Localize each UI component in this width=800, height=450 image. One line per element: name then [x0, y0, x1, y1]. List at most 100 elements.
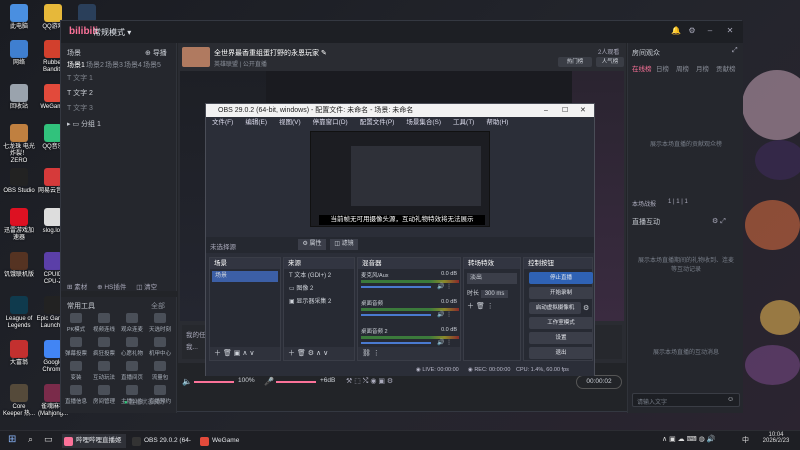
menu-tools[interactable]: 工具(T) [453, 119, 474, 126]
tool-item[interactable]: 天选时刻 [147, 313, 173, 333]
tab-weekly[interactable]: 周榜 [676, 63, 689, 73]
obs-preview[interactable]: 当前帧无可用摄像头源，互动礼物特效将无法展示 [310, 131, 490, 227]
source-item[interactable]: T 文字 3 [67, 103, 171, 115]
expand-icon[interactable]: ⤢ [732, 47, 738, 55]
obs-maximize-button[interactable]: ☐ [562, 104, 568, 117]
virtual-camera-settings-icon[interactable]: ⚙ [583, 304, 589, 312]
volume-slider[interactable] [361, 342, 431, 344]
stream-title[interactable]: 全世界最香重组蛋打野的永恩玩家 ✎ [214, 48, 327, 58]
tool-item[interactable]: 机甲中心 [147, 337, 173, 357]
tool-item[interactable]: 观众连麦 [119, 313, 145, 333]
tool-item[interactable]: 心愿礼物 [119, 337, 145, 357]
clock[interactable]: 10:04 2026/2/23 [756, 432, 796, 444]
studio-mode-button[interactable]: 工作室模式 [529, 317, 593, 329]
desktop-shortcut[interactable]: 大富翁 [2, 340, 36, 367]
tools-more-link[interactable]: 全部 [151, 301, 165, 311]
tool-item[interactable]: PK模式 [63, 313, 89, 333]
source-list-item[interactable]: ▭ 图像 2 [286, 284, 352, 295]
import-button[interactable]: ⊕ 导播 [145, 48, 167, 58]
emoji-icon[interactable]: ☺ [727, 396, 734, 403]
start-virtual-camera-button[interactable]: 启动虚拟摄像机 [529, 302, 581, 314]
desktop-shortcut[interactable]: 迅雷游戏加速器 [2, 208, 36, 242]
mic-icon[interactable]: 🎤 [264, 377, 274, 386]
obs-close-button[interactable]: ✕ [580, 104, 586, 117]
exit-button[interactable]: 退出 [529, 347, 593, 359]
settings-button[interactable]: 设置 [529, 332, 593, 344]
tool-item[interactable]: 弹幕投票 [63, 337, 89, 357]
chat-input[interactable]: 请输入文字 ☺ [632, 393, 740, 407]
tab-daily[interactable]: 日榜 [656, 63, 669, 73]
desktop-shortcut[interactable]: 饥饿联机版 [2, 252, 36, 279]
obs-titlebar[interactable]: OBS 29.0.2 (64-bit, windows) - 配置文件: 未命名… [206, 104, 594, 117]
tool-icons-row[interactable]: ⚒ ⬚ ⤭ ◉ ▣ ⚙ [346, 377, 393, 386]
tab-contrib[interactable]: 贡献榜 [716, 63, 736, 73]
live-timer[interactable]: 00:00:02 [576, 375, 622, 389]
speaker-volume-slider[interactable] [194, 381, 234, 383]
start-button[interactable]: ⊞ [8, 434, 16, 445]
tab-scene1[interactable]: 场景1 [67, 60, 85, 70]
material-button[interactable]: ⊞ 素材 [67, 284, 87, 291]
popularity-rank-button[interactable]: 人气榜 [596, 57, 624, 67]
source-item[interactable]: T 文字 1 [67, 73, 171, 85]
tab-scene5[interactable]: 场景5 [143, 60, 161, 70]
desktop-shortcut[interactable]: OBS Studio [2, 168, 36, 195]
properties-button[interactable]: ⚙ 属性 [298, 239, 326, 250]
taskbar-app[interactable]: WeGame [198, 434, 262, 448]
tray-icons[interactable]: ∧ ▣ ☁ ⌨ ◍ 🔊 [662, 435, 715, 443]
sources-dock-controls[interactable]: ＋ 🗑 ⚙ ∧ ∨ [284, 347, 354, 360]
volume-slider[interactable] [361, 314, 431, 316]
bell-icon[interactable]: 🔔 [671, 26, 681, 36]
volume-slider[interactable] [361, 286, 431, 288]
mixer-dock-controls[interactable]: ⛓ ⋮ [358, 347, 460, 360]
close-button[interactable]: ✕ [725, 26, 735, 36]
source-list-item[interactable]: ▣ 显示器采集 2 [286, 297, 352, 308]
scenes-dock-controls[interactable]: ＋ 🗑 ▣ ∧ ∨ [210, 347, 280, 360]
mute-icon[interactable]: 🔊 ⋮ [437, 311, 452, 318]
stream-cover[interactable] [182, 47, 210, 67]
tool-item[interactable]: 变装 [63, 361, 89, 381]
settings-icon[interactable]: ⚙ [687, 26, 697, 36]
clear-button[interactable]: ◫ 清空 [136, 284, 157, 291]
mode-select[interactable]: 常规模式 ▾ [93, 27, 131, 38]
transition-controls[interactable]: ＋ 🗑 ⋮ [467, 301, 517, 311]
transition-duration[interactable]: 时长 300 ms [467, 288, 517, 298]
tool-item[interactable]: 直播间页 [119, 361, 145, 381]
scene-list-item[interactable]: 场景 [212, 271, 278, 282]
menu-help[interactable]: 帮助(H) [486, 119, 508, 126]
tool-item[interactable]: 视频连线 [91, 313, 117, 333]
speaker-icon[interactable]: 🔈 [182, 377, 192, 386]
group-item[interactable]: ▸ ▭ 分组 1 [67, 119, 171, 131]
source-item[interactable]: T 文字 2 [67, 88, 171, 100]
taskbar-app[interactable]: 哔哩哔哩直播姬 [62, 434, 126, 448]
interaction-settings-icon[interactable]: ⚙ ⤢ [712, 217, 726, 226]
tool-item[interactable]: 互动玩法 [91, 361, 117, 381]
mic-volume-slider[interactable] [276, 381, 316, 383]
hot-rank-button[interactable]: 热门榜 [558, 57, 592, 67]
taskbar-app[interactable]: OBS 29.0.2 (64-bi... [130, 434, 194, 448]
mute-icon[interactable]: 🔊 ⋮ [437, 339, 452, 346]
tool-item[interactable]: 疯狂投票 [91, 337, 117, 357]
input-language[interactable]: 中 [742, 435, 749, 445]
desktop-shortcut[interactable]: League of Legends [2, 296, 36, 330]
tab-online[interactable]: 在线榜 [632, 63, 652, 73]
search-icon[interactable]: ⌕ [28, 434, 33, 445]
tab-scene3[interactable]: 场景3 [105, 60, 123, 70]
minimize-button[interactable]: – [705, 26, 715, 36]
desktop-shortcut[interactable]: Core Keeper 热... [2, 384, 36, 418]
task-view-icon[interactable]: ▭ [44, 434, 53, 445]
transition-select[interactable]: 淡出 [467, 273, 517, 284]
desktop-shortcut[interactable]: 回收站 [2, 84, 36, 111]
menu-edit[interactable]: 编辑(E) [245, 119, 267, 126]
tab-monthly[interactable]: 月榜 [696, 63, 709, 73]
desktop-shortcut[interactable]: 七龙珠 电光炸裂！ZERO [2, 124, 36, 165]
tool-item[interactable]: 房间管理 [91, 385, 117, 405]
tool-item[interactable]: 直播信息 [63, 385, 89, 405]
tool-item[interactable]: 流量包 [147, 361, 173, 381]
hs-plugin-button[interactable]: ⊕ HS插件 [97, 284, 126, 291]
menu-file[interactable]: 文件(F) [212, 119, 233, 126]
menu-view[interactable]: 视图(V) [279, 119, 301, 126]
desktop-shortcut[interactable]: 网络 [2, 40, 36, 67]
menu-docks[interactable]: 停靠窗口(D) [313, 119, 348, 126]
start-recording-button[interactable]: 开始录制 [529, 287, 593, 299]
mute-icon[interactable]: 🔊 ⋮ [437, 283, 452, 290]
